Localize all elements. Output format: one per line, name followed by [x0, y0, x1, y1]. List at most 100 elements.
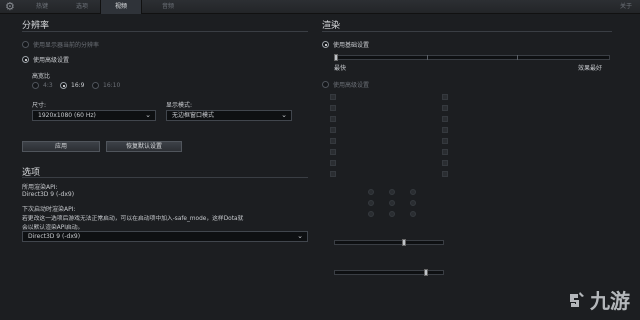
- radio-advanced-render[interactable]: 使用高级设置: [322, 80, 369, 89]
- radio-advanced-label: 使用高级设置: [33, 57, 70, 64]
- render-option-checkbox[interactable]: [330, 171, 336, 177]
- render-api-select[interactable]: Direct3D 9 (-dx9) ⌄: [22, 231, 308, 242]
- render-option-checkbox[interactable]: [442, 171, 448, 177]
- tab-hotkeys[interactable]: 热键: [22, 0, 62, 14]
- radio-icon[interactable]: [410, 211, 416, 217]
- chevron-down-icon: ⌄: [145, 111, 151, 119]
- render-option-checkbox[interactable]: [330, 105, 336, 111]
- tab-audio[interactable]: 音频: [148, 0, 188, 14]
- render-slider-thumb[interactable]: [402, 239, 406, 246]
- render-option-checkbox[interactable]: [330, 127, 336, 133]
- api-value: Direct3D 9 (-dx9): [22, 191, 75, 198]
- quality-slider-thumb[interactable]: [334, 54, 338, 61]
- radio-basic-label: 使用基础设置: [333, 42, 370, 49]
- radio-icon[interactable]: [322, 81, 329, 88]
- chevron-down-icon: ⌄: [297, 232, 303, 240]
- checkbox-icon[interactable]: [330, 116, 336, 122]
- size-label: 尺寸:: [32, 102, 47, 109]
- radio-icon[interactable]: [389, 189, 395, 195]
- radio-selected-icon[interactable]: [60, 82, 67, 89]
- render-option-checkbox[interactable]: [442, 105, 448, 111]
- quality-radio-group[interactable]: [368, 200, 416, 206]
- display-mode-label: 显示模式:: [166, 102, 193, 109]
- radio-icon[interactable]: [389, 200, 395, 206]
- resolution-divider: [22, 31, 308, 32]
- checkbox-icon[interactable]: [442, 127, 448, 133]
- checkbox-icon[interactable]: [442, 160, 448, 166]
- tab-options[interactable]: 选项: [62, 0, 102, 14]
- checkbox-icon[interactable]: [330, 160, 336, 166]
- aspect-label: 高宽比: [32, 73, 51, 80]
- about-link[interactable]: 关于: [620, 0, 632, 14]
- render-option-checkbox[interactable]: [330, 149, 336, 155]
- display-mode-select[interactable]: 无边框窗口模式 ⌄: [166, 110, 292, 121]
- quality-radio-group[interactable]: [368, 189, 416, 195]
- quality-slider-track[interactable]: [334, 55, 610, 60]
- checkbox-icon[interactable]: [330, 171, 336, 177]
- render-option-checkbox[interactable]: [442, 138, 448, 144]
- resolution-title: 分辨率: [22, 21, 50, 31]
- radio-icon[interactable]: [32, 82, 39, 89]
- checkbox-icon[interactable]: [330, 105, 336, 111]
- radio-icon[interactable]: [410, 189, 416, 195]
- radio-icon[interactable]: [368, 211, 374, 217]
- render-option-checkbox[interactable]: [442, 127, 448, 133]
- slider-min-label: 最快: [334, 65, 347, 72]
- aspect-16-10[interactable]: 16:10: [92, 82, 120, 89]
- checkbox-icon[interactable]: [442, 138, 448, 144]
- radio-icon[interactable]: [410, 200, 416, 206]
- quality-radio-group[interactable]: [368, 211, 416, 217]
- radio-icon[interactable]: [368, 189, 374, 195]
- render-option-checkbox[interactable]: [442, 149, 448, 155]
- tab-video[interactable]: 视频: [100, 0, 143, 14]
- aspect-16-9[interactable]: 16:9: [60, 82, 84, 89]
- render-slider-track[interactable]: [334, 240, 444, 245]
- api-note-line1: 若更改这一选项后游戏无法正常启动，可以在启动项中加入-safe_mode，这样D…: [22, 216, 244, 222]
- api-label: 所用渲染API:: [22, 184, 58, 191]
- render-option-checkbox[interactable]: [442, 94, 448, 100]
- watermark-text: 九游: [590, 289, 630, 313]
- checkbox-icon[interactable]: [330, 127, 336, 133]
- aspect-16-10-label: 16:10: [103, 82, 121, 89]
- radio-icon[interactable]: [22, 41, 29, 48]
- radio-advanced-resolution[interactable]: 使用高级设置: [22, 55, 69, 64]
- checkbox-icon[interactable]: [442, 149, 448, 155]
- gear-icon[interactable]: ⚙: [5, 1, 15, 13]
- render-option-checkbox[interactable]: [330, 116, 336, 122]
- api-note-line2: 会以默认渲染API启动。: [22, 225, 84, 231]
- checkbox-icon[interactable]: [442, 105, 448, 111]
- radio-icon[interactable]: [389, 211, 395, 217]
- reset-defaults-button[interactable]: 恢复默认设置: [106, 141, 182, 152]
- radio-selected-icon[interactable]: [22, 56, 29, 63]
- radio-selected-icon[interactable]: [322, 41, 329, 48]
- checkbox-icon[interactable]: [442, 116, 448, 122]
- radio-advanced-render-label: 使用高级设置: [333, 82, 370, 89]
- options-divider: [22, 177, 308, 178]
- render-option-checkbox[interactable]: [442, 160, 448, 166]
- radio-icon[interactable]: [92, 82, 99, 89]
- checkbox-icon[interactable]: [330, 94, 336, 100]
- checkbox-icon[interactable]: [330, 138, 336, 144]
- aspect-16-9-label: 16:9: [71, 82, 85, 89]
- radio-desktop-resolution[interactable]: 使用显示器当前的分辨率: [22, 40, 99, 49]
- radio-basic-render[interactable]: 使用基础设置: [322, 40, 369, 49]
- render-divider: [322, 31, 612, 32]
- checkbox-icon[interactable]: [330, 149, 336, 155]
- render-option-checkbox[interactable]: [442, 116, 448, 122]
- render-option-checkbox[interactable]: [330, 94, 336, 100]
- jiuyou-watermark: 九游: [564, 285, 630, 314]
- aspect-4-3[interactable]: 4:3: [32, 82, 53, 89]
- chevron-down-icon: ⌄: [281, 111, 287, 119]
- render-api-select-value: Direct3D 9 (-dx9): [28, 233, 81, 240]
- render-option-checkbox[interactable]: [330, 138, 336, 144]
- render-option-checkbox[interactable]: [330, 160, 336, 166]
- render-slider-thumb[interactable]: [424, 269, 428, 276]
- checkbox-icon[interactable]: [442, 171, 448, 177]
- radio-icon[interactable]: [368, 200, 374, 206]
- checkbox-icon[interactable]: [442, 94, 448, 100]
- resolution-size-select[interactable]: 1920x1080 (60 Hz) ⌄: [32, 110, 156, 121]
- apply-button[interactable]: 应用: [22, 141, 100, 152]
- radio-desktop-label: 使用显示器当前的分辨率: [33, 42, 100, 49]
- jiuyou-logo-icon: [570, 291, 584, 307]
- resolution-size-value: 1920x1080 (60 Hz): [38, 112, 96, 119]
